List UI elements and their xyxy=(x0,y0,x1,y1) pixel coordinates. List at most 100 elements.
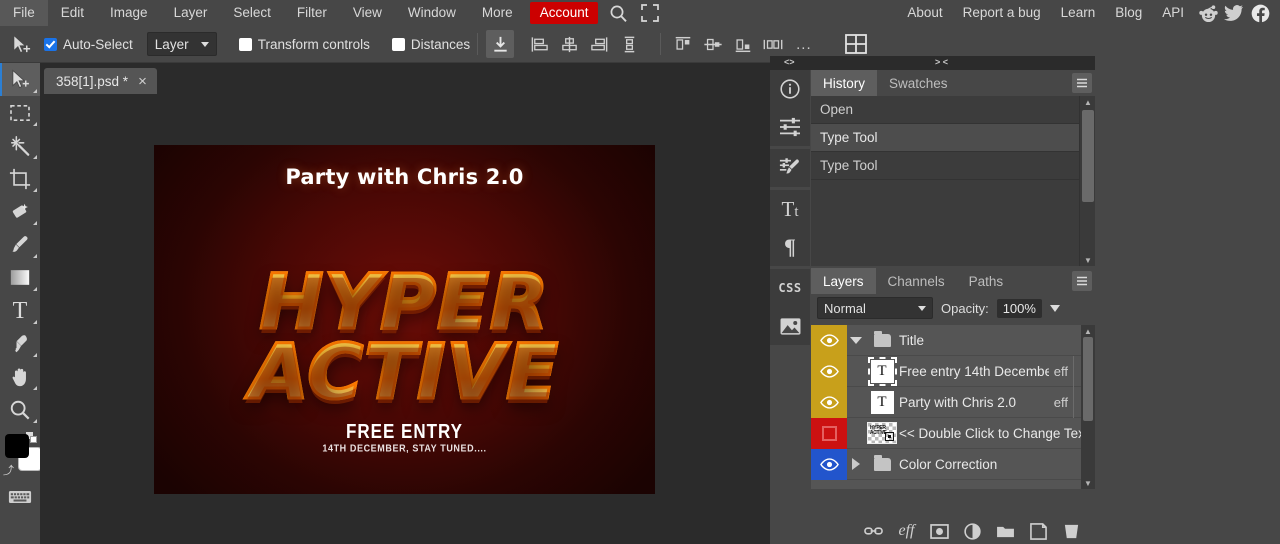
align-left-icon[interactable] xyxy=(525,30,553,58)
canvas-area[interactable]: Party with Chris 2.0 HYPER ACTIVE FREE E… xyxy=(40,94,770,544)
history-scrollbar[interactable]: ▲ ▼ xyxy=(1079,96,1095,266)
menu-item-learn[interactable]: Learn xyxy=(1051,0,1106,26)
scrollbar-thumb[interactable] xyxy=(1083,337,1093,421)
table-row[interactable]: Title xyxy=(811,325,1095,356)
css-icon[interactable]: CSS xyxy=(770,269,810,307)
menu-item-blog[interactable]: Blog xyxy=(1105,0,1152,26)
menu-item-view[interactable]: View xyxy=(340,0,395,26)
history-panel-menu-icon[interactable] xyxy=(1072,73,1092,93)
keyboard-shortcuts-icon[interactable] xyxy=(0,482,40,512)
document-tab[interactable]: 358[1].psd * × xyxy=(44,68,157,94)
layer-thumbnail[interactable] xyxy=(865,458,899,471)
distances-checkbox[interactable]: Distances xyxy=(392,37,470,52)
layer-visibility-toggle[interactable] xyxy=(811,325,847,356)
menu-item-select[interactable]: Select xyxy=(220,0,284,26)
layer-thumbnail[interactable]: HYPERACTIVE xyxy=(865,422,899,444)
history-item[interactable]: Type Tool xyxy=(811,124,1079,152)
tool-rectangular-marquee[interactable] xyxy=(0,96,40,129)
layer-visibility-toggle[interactable] xyxy=(811,418,847,449)
layer-effects-icon[interactable]: eff xyxy=(897,522,916,541)
adjustment-layer-icon[interactable] xyxy=(963,522,982,541)
image-icon[interactable] xyxy=(770,307,810,345)
tab-paths[interactable]: Paths xyxy=(957,268,1016,294)
menu-item-filter[interactable]: Filter xyxy=(284,0,340,26)
tool-brush[interactable] xyxy=(0,228,40,261)
distances-checkbox-box[interactable] xyxy=(392,38,405,51)
new-group-icon[interactable] xyxy=(996,522,1015,541)
opacity-value[interactable]: 100% xyxy=(997,299,1042,318)
layer-thumbnail[interactable]: T xyxy=(865,360,899,383)
account-button[interactable]: Account xyxy=(530,2,599,24)
tool-move[interactable] xyxy=(0,63,40,96)
distribute-h-icon[interactable] xyxy=(759,30,787,58)
artboard[interactable]: Party with Chris 2.0 HYPER ACTIVE FREE E… xyxy=(154,145,655,494)
menu-item-image[interactable]: Image xyxy=(97,0,161,26)
tool-type[interactable]: T xyxy=(0,294,40,327)
history-item[interactable]: Open xyxy=(811,96,1079,124)
tool-gradient[interactable] xyxy=(0,261,40,294)
paragraph-icon[interactable]: ¶ xyxy=(770,228,810,266)
layer-thumbnail[interactable] xyxy=(865,334,899,347)
menu-item-window[interactable]: Window xyxy=(395,0,469,26)
auto-select-checkbox[interactable]: Auto-Select xyxy=(44,37,133,52)
transform-controls-checkbox[interactable]: Transform controls xyxy=(239,37,370,52)
menu-item-edit[interactable]: Edit xyxy=(48,0,97,26)
group-expand-toggle[interactable] xyxy=(847,458,865,470)
collapse-right-icon[interactable]: > < xyxy=(935,57,948,67)
tab-channels[interactable]: Channels xyxy=(876,268,957,294)
layer-name[interactable]: Free entry 14th December, stay tuned.... xyxy=(899,364,1049,379)
scrollbar-thumb[interactable] xyxy=(1082,110,1094,202)
fullscreen-icon[interactable] xyxy=(637,0,663,26)
scroll-down-icon[interactable]: ▼ xyxy=(1080,254,1096,266)
scroll-down-icon[interactable]: ▼ xyxy=(1081,477,1095,489)
scroll-up-icon[interactable]: ▲ xyxy=(1080,96,1096,108)
align-center-h-icon[interactable] xyxy=(555,30,583,58)
transform-controls-checkbox-box[interactable] xyxy=(239,38,252,51)
layer-name[interactable]: Party with Chris 2.0 xyxy=(899,395,1049,410)
new-layer-icon[interactable] xyxy=(1029,522,1048,541)
align-top-icon[interactable] xyxy=(669,30,697,58)
blend-mode-dropdown[interactable]: Normal xyxy=(817,297,933,319)
tool-pen[interactable] xyxy=(0,327,40,360)
twitter-icon[interactable] xyxy=(1222,0,1246,26)
menu-item-report-a-bug[interactable]: Report a bug xyxy=(953,0,1051,26)
tool-zoom[interactable] xyxy=(0,393,40,426)
layer-visibility-toggle[interactable] xyxy=(811,387,847,418)
foreground-color-swatch[interactable] xyxy=(5,434,29,458)
scroll-up-icon[interactable]: ▲ xyxy=(1081,325,1095,337)
search-icon[interactable] xyxy=(605,0,631,26)
table-row[interactable]: T Party with Chris 2.0 eff xyxy=(811,387,1095,418)
menu-item-more[interactable]: More xyxy=(469,0,526,26)
close-icon[interactable]: × xyxy=(138,74,147,89)
tool-patch[interactable] xyxy=(0,195,40,228)
layers-scrollbar[interactable]: ▲ ▼ xyxy=(1081,325,1095,489)
align-middle-icon[interactable] xyxy=(699,30,727,58)
layers-panel-menu-icon[interactable] xyxy=(1072,271,1092,291)
tab-swatches[interactable]: Swatches xyxy=(877,70,960,96)
table-row[interactable]: HYPERACTIVE << Double Click to Change Te… xyxy=(811,418,1095,449)
align-bottom-icon[interactable] xyxy=(729,30,757,58)
more-align-options[interactable]: ... xyxy=(788,36,820,53)
swap-colors-icon[interactable]: ⤴ xyxy=(3,462,14,478)
delete-layer-icon[interactable] xyxy=(1062,522,1081,541)
tab-layers[interactable]: Layers xyxy=(811,268,876,294)
reddit-icon[interactable] xyxy=(1196,0,1220,26)
table-row[interactable]: Color Correction xyxy=(811,449,1095,480)
menu-item-api[interactable]: API xyxy=(1152,0,1194,26)
color-swatches[interactable]: ⤴ xyxy=(0,430,40,482)
adjustments-icon[interactable] xyxy=(770,108,810,146)
layer-effects-badge[interactable]: eff xyxy=(1049,395,1073,410)
layer-visibility-toggle[interactable] xyxy=(811,356,847,387)
layer-thumbnail[interactable]: T xyxy=(865,391,899,414)
grid-arrange-icon[interactable] xyxy=(842,30,870,58)
facebook-icon[interactable] xyxy=(1248,0,1272,26)
table-row[interactable]: T Free entry 14th December, stay tuned..… xyxy=(811,356,1095,387)
auto-select-checkbox-box[interactable] xyxy=(44,38,57,51)
menu-item-layer[interactable]: Layer xyxy=(161,0,221,26)
collapse-left-icon[interactable]: <> xyxy=(784,57,795,67)
info-icon[interactable] xyxy=(770,70,810,108)
layer-name[interactable]: << Double Click to Change Text xyxy=(899,426,1095,441)
layer-list[interactable]: Title T Free entry 14th December, stay t… xyxy=(811,325,1095,489)
group-expand-toggle[interactable] xyxy=(847,337,865,344)
link-layers-icon[interactable] xyxy=(864,522,883,541)
